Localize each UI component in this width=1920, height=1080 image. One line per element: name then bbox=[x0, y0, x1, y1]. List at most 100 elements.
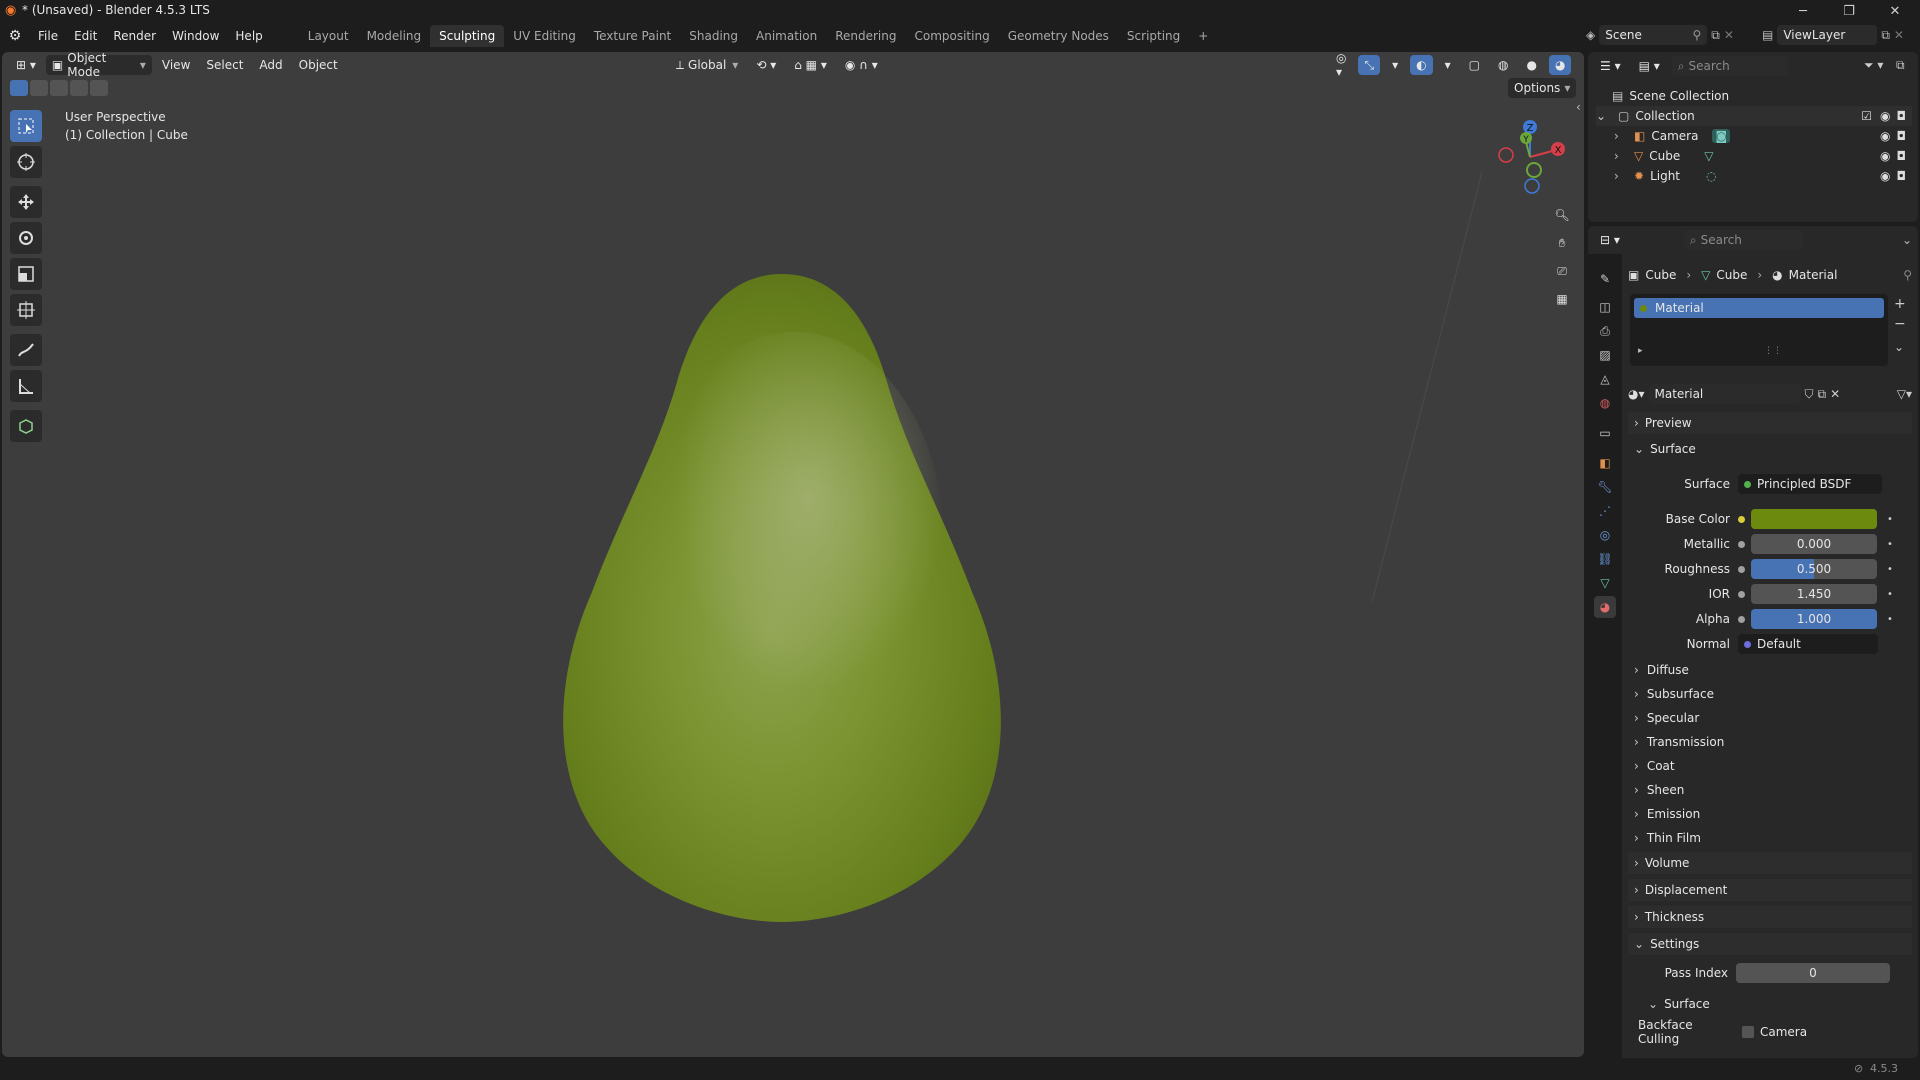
material-preview-icon[interactable]: ◕ bbox=[1548, 55, 1572, 75]
remove-slot-icon[interactable]: − bbox=[1894, 316, 1906, 332]
unlink-material-icon[interactable]: ✕ bbox=[1830, 387, 1840, 401]
tab-animation[interactable]: Animation bbox=[747, 25, 826, 47]
scene-tab-icon[interactable]: ◬ bbox=[1594, 368, 1616, 390]
camera-data-icon[interactable]: ◙ bbox=[1712, 129, 1731, 143]
slot-menu-icon[interactable]: ⌄ bbox=[1894, 340, 1904, 354]
gizmo-dropdown-icon[interactable]: ▾ bbox=[1386, 55, 1404, 75]
overlay-toggle-icon[interactable]: ◐ bbox=[1410, 55, 1433, 75]
browse-material-icon[interactable]: ◕▾ bbox=[1628, 387, 1645, 401]
render-camera-icon[interactable]: ◘ bbox=[1897, 129, 1907, 143]
wireframe-shading-icon[interactable]: ◍ bbox=[1492, 55, 1514, 75]
orientation-selector[interactable]: ⟂ Global ▾ bbox=[670, 55, 744, 75]
gizmo-neg-x-axis[interactable] bbox=[1498, 147, 1514, 163]
zoom-icon[interactable]: 🔍︎ bbox=[1549, 202, 1575, 228]
subpanel-transmission[interactable]: › Transmission bbox=[1634, 730, 1912, 754]
gizmo-neg-y-axis[interactable] bbox=[1526, 162, 1542, 178]
subpanel-coat[interactable]: › Coat bbox=[1634, 754, 1912, 778]
particles-tab-icon[interactable]: ⋰ bbox=[1594, 500, 1616, 522]
light-data-icon[interactable]: ◌ bbox=[1706, 169, 1716, 183]
material-slot-item[interactable]: Material bbox=[1634, 298, 1884, 318]
add-cube-tool-icon[interactable] bbox=[10, 410, 42, 442]
mesh-data-icon[interactable]: ▽ bbox=[1704, 149, 1713, 163]
subpanel-settings-surface[interactable]: ⌄ Surface bbox=[1642, 993, 1912, 1015]
render-camera-icon[interactable]: ◘ bbox=[1897, 169, 1907, 183]
alpha-slider[interactable]: 1.000 bbox=[1751, 609, 1877, 629]
backface-camera-checkbox[interactable] bbox=[1742, 1026, 1754, 1038]
menu-view[interactable]: View bbox=[156, 55, 196, 75]
menu-help[interactable]: Help bbox=[227, 25, 270, 47]
measure-tool-icon[interactable] bbox=[10, 370, 42, 402]
visibility-eye-icon[interactable]: ◉ bbox=[1880, 109, 1890, 123]
chevron-down-icon[interactable]: ⌄ bbox=[1902, 233, 1912, 247]
outliner-item-camera[interactable]: › ◧ Camera ◙ ◉ ◘ bbox=[1614, 126, 1912, 146]
outliner-item-light[interactable]: › ✹ Light ◌ ◉ ◘ bbox=[1614, 166, 1912, 186]
new-scene-icon[interactable]: ⧉ bbox=[1711, 28, 1720, 43]
object-tab-icon[interactable]: ◧ bbox=[1594, 452, 1616, 474]
tool-tab-icon[interactable]: ✎ bbox=[1594, 268, 1616, 290]
tab-geometry-nodes[interactable]: Geometry Nodes bbox=[999, 25, 1118, 47]
tab-compositing[interactable]: Compositing bbox=[905, 25, 998, 47]
duplicate-material-icon[interactable]: ⧉ bbox=[1818, 387, 1827, 402]
panel-preview[interactable]: › Preview bbox=[1628, 412, 1912, 434]
keyframe-dot-icon[interactable]: • bbox=[1887, 514, 1893, 525]
tab-layout[interactable]: Layout bbox=[299, 25, 358, 47]
annotate-tool-icon[interactable] bbox=[10, 334, 42, 366]
modifier-tab-icon[interactable]: 🔧︎ bbox=[1594, 476, 1616, 498]
properties-search-input[interactable]: ⌕ Search bbox=[1683, 230, 1802, 250]
panel-volume[interactable]: › Volume bbox=[1628, 852, 1912, 874]
tab-rendering[interactable]: Rendering bbox=[826, 25, 905, 47]
collection-tab-icon[interactable]: ▭ bbox=[1594, 422, 1616, 444]
surface-shader-field[interactable]: Principled BSDF bbox=[1738, 474, 1882, 494]
properties-editor-type-icon[interactable]: ⊟ ▾ bbox=[1594, 230, 1626, 250]
tab-uv-editing[interactable]: UV Editing bbox=[504, 25, 585, 47]
overlay-dropdown-icon[interactable]: ▾ bbox=[1439, 55, 1457, 75]
render-tab-icon[interactable]: ◫ bbox=[1594, 296, 1616, 318]
pan-hand-icon[interactable]: ✋︎ bbox=[1549, 230, 1575, 256]
value-socket-icon[interactable] bbox=[1738, 590, 1745, 598]
display-mode-icon[interactable]: ▤ ▾ bbox=[1633, 56, 1666, 76]
exclude-checkbox[interactable]: ☑ bbox=[1861, 109, 1872, 123]
add-workspace-button[interactable]: + bbox=[1189, 25, 1217, 47]
visibility-eye-icon[interactable]: ◉ bbox=[1880, 169, 1890, 183]
subpanel-emission[interactable]: › Emission bbox=[1634, 802, 1912, 826]
menu-add[interactable]: Add bbox=[253, 55, 288, 75]
output-tab-icon[interactable]: ⎙ bbox=[1594, 320, 1616, 342]
delete-scene-icon[interactable]: ✕ bbox=[1724, 28, 1734, 42]
select-subtract-icon[interactable] bbox=[50, 80, 68, 96]
metallic-slider[interactable]: 0.000 bbox=[1751, 534, 1877, 554]
select-box-tool-icon[interactable] bbox=[10, 110, 42, 142]
outliner-search-input[interactable]: ⌕ Search bbox=[1671, 56, 1788, 76]
view-layer-tab-icon[interactable]: ▨ bbox=[1594, 344, 1616, 366]
select-intersect-icon[interactable] bbox=[90, 80, 108, 96]
3d-viewport[interactable]: ⊞ ▾ ▣ Object Mode ▾ View Select Add Obje… bbox=[2, 52, 1584, 1057]
panel-surface[interactable]: ⌄ Surface bbox=[1628, 438, 1912, 460]
navigation-gizmo[interactable]: Z X Y bbox=[1482, 110, 1572, 200]
normal-field[interactable]: Default bbox=[1738, 634, 1878, 654]
select-new-icon[interactable] bbox=[10, 80, 28, 96]
value-socket-icon[interactable] bbox=[1738, 540, 1745, 548]
constraints-tab-icon[interactable]: ⛓︎ bbox=[1594, 548, 1616, 570]
material-name-field[interactable]: Material bbox=[1648, 384, 1801, 404]
data-tab-icon[interactable]: ▽ bbox=[1594, 572, 1616, 594]
pivot-icon[interactable]: ⟲ ▾ bbox=[750, 55, 782, 75]
transform-tool-icon[interactable] bbox=[10, 294, 42, 326]
xray-icon[interactable]: ▢ bbox=[1463, 55, 1486, 75]
close-button[interactable]: ✕ bbox=[1872, 0, 1918, 22]
cursor-tool-icon[interactable] bbox=[10, 146, 42, 178]
material-tab-icon[interactable]: ◕ bbox=[1594, 596, 1616, 618]
perspective-toggle-icon[interactable]: ▦ bbox=[1549, 286, 1575, 312]
tab-modeling[interactable]: Modeling bbox=[358, 25, 431, 47]
mode-selector[interactable]: ▣ Object Mode ▾ bbox=[45, 52, 152, 79]
move-tool-icon[interactable] bbox=[10, 186, 42, 218]
render-camera-icon[interactable]: ◘ bbox=[1897, 149, 1907, 163]
new-collection-icon[interactable]: ⧉ bbox=[1896, 58, 1905, 73]
pin-icon[interactable]: ⚲ bbox=[1903, 268, 1912, 282]
menu-render[interactable]: Render bbox=[105, 25, 164, 47]
delete-viewlayer-icon[interactable]: ✕ bbox=[1894, 28, 1904, 42]
chevron-right-icon[interactable]: › bbox=[1614, 149, 1628, 163]
base-color-swatch[interactable] bbox=[1751, 509, 1877, 529]
color-socket-icon[interactable] bbox=[1738, 515, 1745, 523]
keyframe-dot-icon[interactable]: • bbox=[1887, 564, 1893, 575]
scale-tool-icon[interactable] bbox=[10, 258, 42, 290]
menu-object[interactable]: Object bbox=[293, 55, 344, 75]
